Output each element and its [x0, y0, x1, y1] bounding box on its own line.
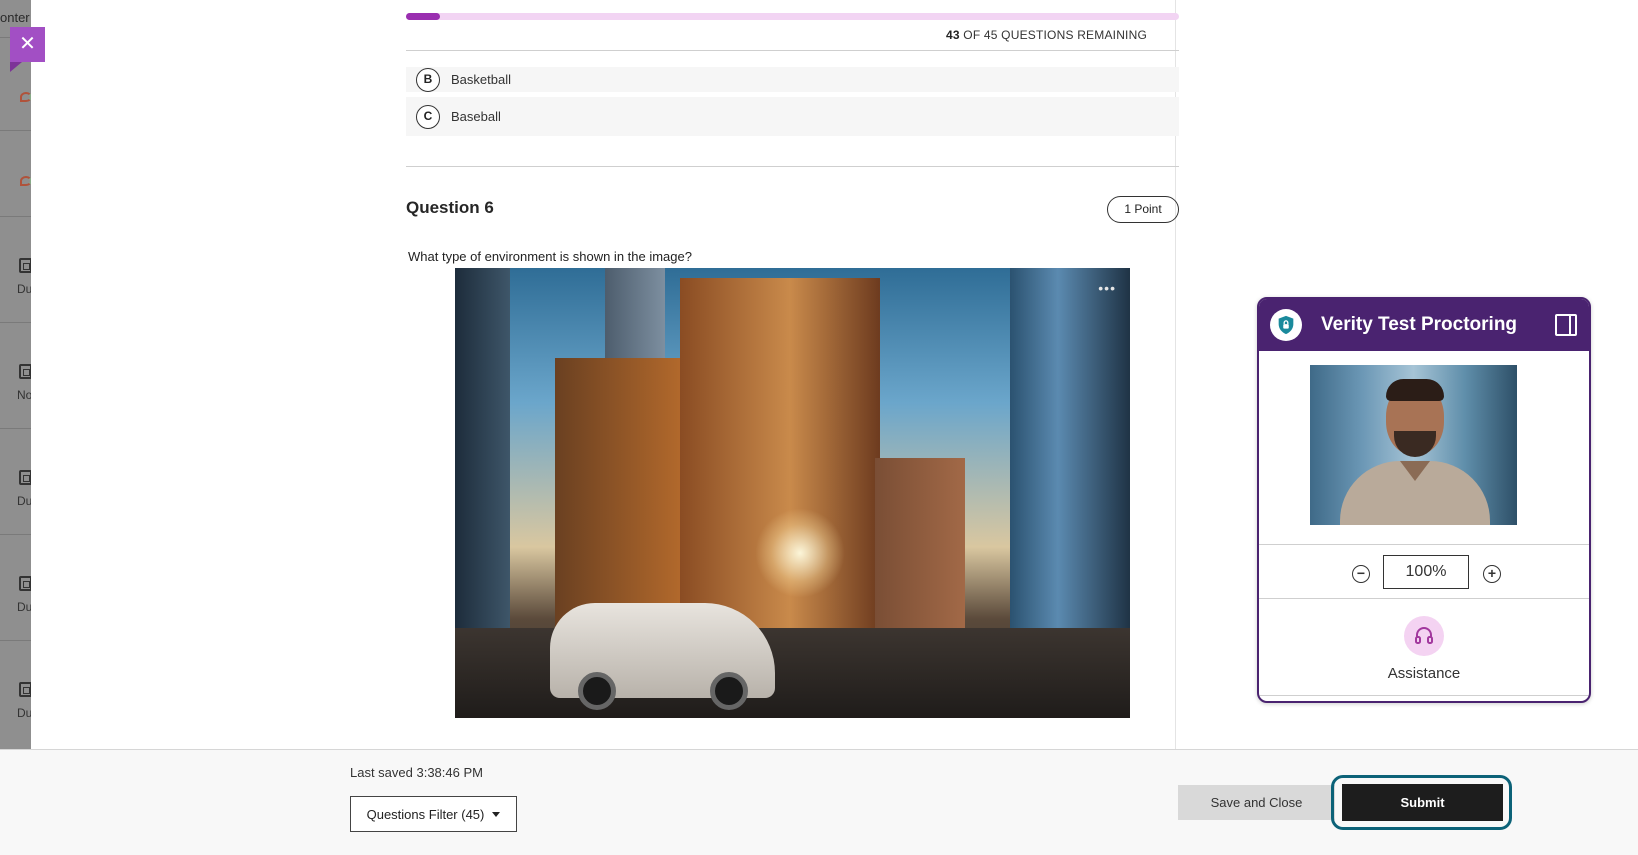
- headset-icon[interactable]: [1404, 616, 1444, 656]
- divider: [0, 322, 31, 323]
- option-text: Baseball: [451, 109, 501, 124]
- course-icon: [20, 92, 31, 102]
- caret-down-icon: [492, 811, 501, 817]
- proctoring-header[interactable]: Verity Test Proctoring: [1259, 299, 1589, 351]
- points-badge: 1 Point: [1107, 196, 1179, 223]
- image-menu-icon[interactable]: •••: [1098, 280, 1116, 296]
- answer-option-c[interactable]: C Baseball: [406, 97, 1179, 136]
- filter-label: Questions Filter (45): [366, 806, 485, 822]
- question-title: Question 6: [406, 198, 494, 217]
- assistance-label[interactable]: Assistance: [1259, 665, 1589, 682]
- webcam-feed: [1310, 365, 1517, 525]
- assessment-icon: [19, 258, 31, 273]
- shield-lock-icon: [1270, 309, 1302, 341]
- image-wheel: [710, 672, 748, 710]
- image-car: [550, 603, 775, 710]
- divider: [1259, 695, 1589, 696]
- zoom-level-field[interactable]: 100%: [1383, 555, 1469, 589]
- image-wheel: [578, 672, 616, 710]
- webcam-person-hair: [1386, 379, 1444, 401]
- sidebar-item-label: Du: [17, 600, 31, 614]
- answer-option-b[interactable]: B Basketball: [406, 67, 1179, 92]
- questions-remaining: 43 OF 45 QUESTIONS REMAINING: [946, 28, 1147, 42]
- progress-bar: [406, 13, 1179, 20]
- divider: [406, 50, 1179, 51]
- questions-filter-dropdown[interactable]: Questions Filter (45): [350, 796, 517, 832]
- submit-button[interactable]: Submit: [1342, 784, 1503, 821]
- question-text: What type of environment is shown in the…: [408, 249, 692, 264]
- divider: [0, 640, 31, 641]
- test-content-panel: 43 OF 45 QUESTIONS REMAINING B Basketbal…: [31, 0, 1179, 749]
- screen: onter Du No Du Du Du 43 OF 45 QUESTIONS …: [0, 0, 1638, 855]
- divider: [0, 534, 31, 535]
- divider: [1259, 544, 1589, 545]
- image-sun-glare: [755, 508, 845, 598]
- sidebar-item-label: No: [17, 388, 31, 402]
- save-and-close-button[interactable]: Save and Close: [1178, 785, 1335, 820]
- background-sidebar: onter Du No Du Du Du: [0, 0, 31, 749]
- webcam-person-beard: [1394, 431, 1436, 457]
- close-panel-button[interactable]: ✕: [10, 27, 45, 72]
- dock-panel-icon[interactable]: [1555, 314, 1577, 336]
- progress-bar-fill: [406, 13, 440, 20]
- divider: [1259, 598, 1589, 599]
- assessment-icon: [19, 470, 31, 485]
- divider: [406, 166, 1179, 167]
- assessment-icon: [19, 576, 31, 591]
- zoom-in-icon[interactable]: +: [1483, 565, 1501, 583]
- option-text: Basketball: [451, 72, 511, 87]
- sidebar-item-label: Du: [17, 494, 31, 508]
- sidebar-item-label: Du: [17, 282, 31, 296]
- assessment-icon: [19, 364, 31, 379]
- sidebar-item-label: Du: [17, 706, 31, 720]
- divider: [0, 130, 31, 131]
- proctoring-title: Verity Test Proctoring: [1321, 314, 1518, 335]
- background-sidebar-text: onter: [0, 10, 30, 25]
- proctoring-widget[interactable]: Verity Test Proctoring − 100% + Assistan…: [1257, 297, 1591, 703]
- test-footer: Last saved 3:38:46 PM Questions Filter (…: [0, 749, 1638, 855]
- option-letter: C: [416, 104, 440, 129]
- question-image: •••: [455, 268, 1130, 718]
- course-icon: [20, 176, 31, 186]
- divider: [0, 216, 31, 217]
- zoom-out-icon[interactable]: −: [1352, 565, 1370, 583]
- remaining-count: 43: [946, 28, 960, 42]
- assessment-icon: [19, 682, 31, 697]
- remaining-suffix: OF 45 QUESTIONS REMAINING: [959, 28, 1147, 42]
- option-letter: B: [416, 67, 440, 92]
- last-saved-status: Last saved 3:38:46 PM: [350, 765, 483, 780]
- divider: [0, 428, 31, 429]
